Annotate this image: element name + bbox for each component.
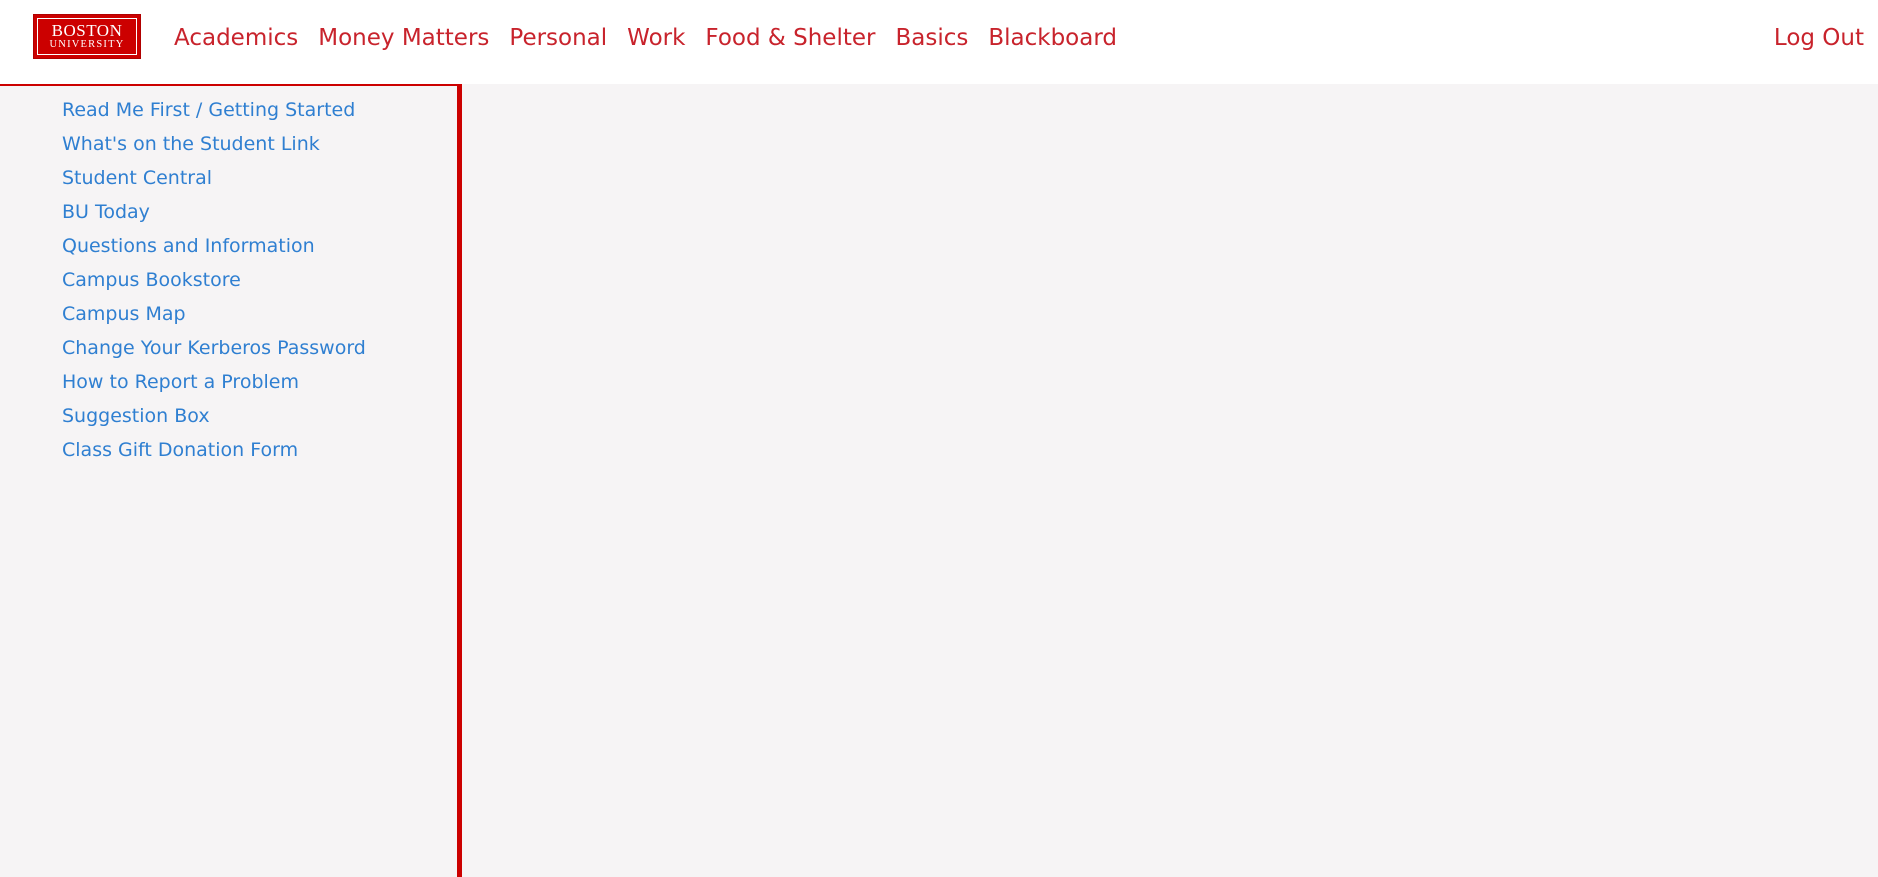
nav-personal[interactable]: Personal: [509, 23, 607, 53]
sidebar-link-student-central[interactable]: Student Central: [62, 167, 212, 189]
logo-text-boston: BOSTON: [51, 21, 123, 40]
sidebar: Read Me First / Getting Started What's o…: [0, 86, 458, 877]
main-nav: Academics Money Matters Personal Work Fo…: [174, 23, 1137, 53]
sidebar-link-whats-on-student-link[interactable]: What's on the Student Link: [62, 133, 320, 155]
list-item: Class Gift Donation Form: [62, 438, 366, 472]
list-item: Campus Map: [62, 302, 366, 336]
list-item: Campus Bookstore: [62, 268, 366, 302]
logout-link[interactable]: Log Out: [1774, 23, 1864, 53]
logo-frame: BOSTON UNIVERSITY: [37, 18, 137, 55]
list-item: Student Central: [62, 166, 366, 200]
list-item: How to Report a Problem: [62, 370, 366, 404]
nav-food-shelter[interactable]: Food & Shelter: [705, 23, 875, 53]
sidebar-link-class-gift-donation[interactable]: Class Gift Donation Form: [62, 439, 298, 461]
nav-work[interactable]: Work: [627, 23, 685, 53]
list-item: Change Your Kerberos Password: [62, 336, 366, 370]
sidebar-link-change-kerberos-password[interactable]: Change Your Kerberos Password: [62, 337, 366, 359]
nav-academics[interactable]: Academics: [174, 23, 298, 53]
sidebar-link-questions-information[interactable]: Questions and Information: [62, 235, 315, 257]
top-navigation-bar: BOSTON UNIVERSITY Academics Money Matter…: [0, 0, 1878, 84]
main-content-area: [462, 84, 1878, 877]
list-item: BU Today: [62, 200, 366, 234]
nav-money-matters[interactable]: Money Matters: [318, 23, 489, 53]
logo-text-university: UNIVERSITY: [49, 39, 125, 50]
list-item: Read Me First / Getting Started: [62, 98, 366, 132]
nav-basics[interactable]: Basics: [895, 23, 968, 53]
list-item: What's on the Student Link: [62, 132, 366, 166]
sidebar-link-report-problem[interactable]: How to Report a Problem: [62, 371, 299, 393]
list-item: Suggestion Box: [62, 404, 366, 438]
boston-university-logo[interactable]: BOSTON UNIVERSITY: [33, 14, 141, 59]
sidebar-link-campus-bookstore[interactable]: Campus Bookstore: [62, 269, 241, 291]
sidebar-link-list: Read Me First / Getting Started What's o…: [62, 98, 366, 472]
sidebar-link-read-me-first[interactable]: Read Me First / Getting Started: [62, 99, 355, 121]
sidebar-link-suggestion-box[interactable]: Suggestion Box: [62, 405, 210, 427]
list-item: Questions and Information: [62, 234, 366, 268]
sidebar-link-campus-map[interactable]: Campus Map: [62, 303, 186, 325]
sidebar-link-bu-today[interactable]: BU Today: [62, 201, 150, 223]
nav-blackboard[interactable]: Blackboard: [988, 23, 1117, 53]
